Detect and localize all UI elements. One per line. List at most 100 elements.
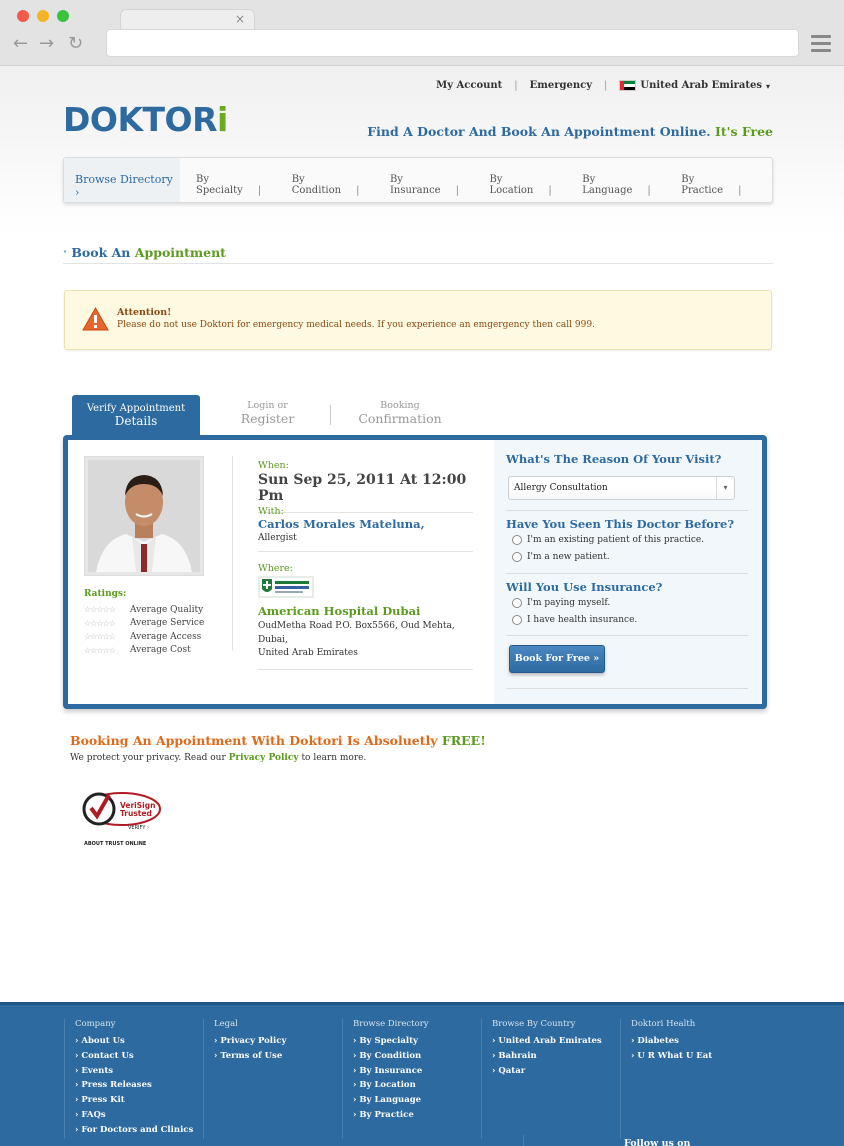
footer-link[interactable]: Press Kit [75, 1093, 193, 1108]
page: My Account | Emergency | United Arab Emi… [0, 66, 844, 1146]
footer-link[interactable]: By Location [353, 1078, 429, 1093]
booking-panel: Ratings: ☆☆☆☆☆ Average Quality ☆☆☆☆☆ Avera… [63, 435, 767, 709]
verisign-seal[interactable]: VeriSign Trusted VERIFY › ABOUT TRUST ON… [80, 783, 165, 848]
tab-close-icon[interactable]: × [235, 12, 245, 26]
emergency-link[interactable]: Emergency [530, 80, 592, 91]
footer-link[interactable]: Bahrain [492, 1049, 602, 1064]
tagline: Find A Doctor And Book An Appointment On… [367, 124, 773, 139]
footer-link[interactable]: Diabetes [631, 1034, 712, 1049]
nav-item-practice[interactable]: By Practice [681, 174, 772, 196]
close-window-button[interactable] [17, 10, 29, 22]
star-rating-icon: ☆☆☆☆☆ [84, 618, 116, 628]
reason-select-value: Allergy Consultation [514, 483, 608, 493]
step-line1: Booking [380, 400, 420, 411]
rating-label: Average Quality [130, 604, 204, 615]
footer-link[interactable]: By Insurance [353, 1064, 429, 1079]
footer-link[interactable]: FAQs [75, 1108, 193, 1123]
footer-link[interactable]: Qatar [492, 1064, 602, 1079]
rating-label: Average Service [130, 618, 205, 629]
appointment-where: Where: American Hospital Dubai OudMetha … [258, 563, 473, 670]
option-label: I'm a new patient. [527, 552, 610, 562]
chevron-down-icon: ˅ [63, 249, 67, 259]
step-verify-details[interactable]: Verify Appointment Details [72, 395, 200, 436]
site-footer: Company About Us Contact Us Events Press… [0, 1002, 844, 1146]
minimize-window-button[interactable] [37, 10, 49, 22]
where-label: Where: [258, 563, 293, 574]
nav-item-condition[interactable]: By Condition [292, 174, 390, 196]
doctor-name[interactable]: Carlos Morales Mateluna, [258, 517, 473, 531]
appointment-with: With: Carlos Morales Mateluna, Allergist [258, 506, 473, 552]
radio-button[interactable] [512, 535, 522, 545]
my-account-link[interactable]: My Account [436, 80, 502, 91]
free-title-free: FREE! [441, 733, 486, 748]
footer-heading: Doktori Health [631, 1019, 696, 1029]
chevron-down-icon[interactable]: ▾ [716, 477, 734, 499]
rating-label: Average Access [130, 631, 202, 642]
existing-patient-option[interactable]: I'm an existing patient of this practice… [512, 535, 704, 545]
address-bar[interactable] [106, 29, 799, 57]
book-for-free-button[interactable]: Book For Free » [509, 645, 605, 673]
health-insurance-option[interactable]: I have health insurance. [512, 615, 637, 625]
privacy-policy-link[interactable]: Privacy Policy [229, 753, 299, 763]
privacy-post: to learn more. [301, 753, 367, 763]
footer-link[interactable]: Contact Us [75, 1049, 193, 1064]
browse-directory-button[interactable]: Browse Directory › [64, 158, 180, 202]
step-line1: Login or [247, 400, 288, 411]
hospital-address-line2: United Arab Emirates [258, 648, 358, 658]
free-booking-title: Booking An Appointment With Doktori Is A… [70, 733, 486, 748]
footer-link[interactable]: U R What U Eat [631, 1049, 712, 1064]
doctor-specialty: Allergist [258, 533, 297, 543]
footer-link[interactable]: For Doctors and Clinics [75, 1123, 193, 1138]
footer-link[interactable]: By Condition [353, 1049, 429, 1064]
chevron-down-icon[interactable]: ▾ [766, 81, 770, 91]
follow-us-label: Follow us on [624, 1138, 691, 1146]
country-selector[interactable]: United Arab Emirates [640, 80, 762, 91]
nav-item-location[interactable]: By Location [489, 174, 582, 196]
doktori-logo[interactable]: DOKTORi [63, 100, 228, 139]
footer-heading: Company [75, 1019, 116, 1029]
maximize-window-button[interactable] [57, 10, 69, 22]
divider [506, 510, 748, 511]
step-login-register[interactable]: Login or Register [220, 400, 315, 426]
top-links: My Account | Emergency | United Arab Emi… [436, 80, 770, 91]
hospital-name[interactable]: American Hospital Dubai [258, 604, 473, 618]
radio-button[interactable] [512, 598, 522, 608]
doctor-photo [84, 456, 204, 576]
reload-icon[interactable]: ↻ [68, 33, 83, 55]
when-value: Sun Sep 25, 2011 At 12:00 Pm [258, 472, 467, 504]
step-line2: Details [114, 414, 158, 428]
footer-link[interactable]: United Arab Emirates [492, 1034, 601, 1049]
browser-tab[interactable]: × [120, 9, 255, 31]
hamburger-menu-icon[interactable] [811, 35, 831, 56]
attention-title: Attention! [117, 307, 172, 318]
footer-link[interactable]: By Practice [353, 1108, 429, 1123]
nav-item-language[interactable]: By Language [582, 174, 681, 196]
footer-link[interactable]: Privacy Policy [214, 1034, 286, 1049]
footer-col-country: Browse By Country United Arab Emirates B… [481, 1019, 602, 1139]
radio-button[interactable] [512, 552, 522, 562]
radio-button[interactable] [512, 615, 522, 625]
rating-label: Average Cost [130, 645, 191, 656]
page-title: ˅ Book An Appointment [63, 245, 773, 264]
rating-row: ☆☆☆☆☆ Average Access [84, 630, 204, 644]
paying-myself-option[interactable]: I'm paying myself. [512, 598, 610, 608]
footer-link[interactable]: Events [75, 1064, 193, 1079]
step-booking-confirmation[interactable]: Booking Confirmation [335, 400, 465, 426]
step-line2: Confirmation [358, 411, 442, 426]
back-arrow-icon[interactable]: ← [13, 33, 28, 55]
reason-select[interactable]: Allergy Consultation ▾ [508, 476, 735, 500]
ratings-title: Ratings: [84, 589, 127, 599]
visit-form-panel: What's The Reason Of Your Visit? Allergy… [494, 440, 762, 704]
footer-link[interactable]: Press Releases [75, 1078, 193, 1093]
footer-link[interactable]: Terms of Use [214, 1049, 286, 1064]
footer-link[interactable]: By Language [353, 1093, 429, 1108]
divider: | [514, 80, 518, 91]
title-part-b: Appointment [134, 245, 226, 260]
forward-arrow-icon[interactable]: → [39, 33, 54, 55]
divider [232, 456, 233, 651]
footer-link[interactable]: About Us [75, 1034, 193, 1049]
nav-item-insurance[interactable]: By Insurance [390, 174, 490, 196]
new-patient-option[interactable]: I'm a new patient. [512, 552, 610, 562]
nav-item-specialty[interactable]: By Specialty [196, 174, 292, 196]
footer-link[interactable]: By Specialty [353, 1034, 429, 1049]
